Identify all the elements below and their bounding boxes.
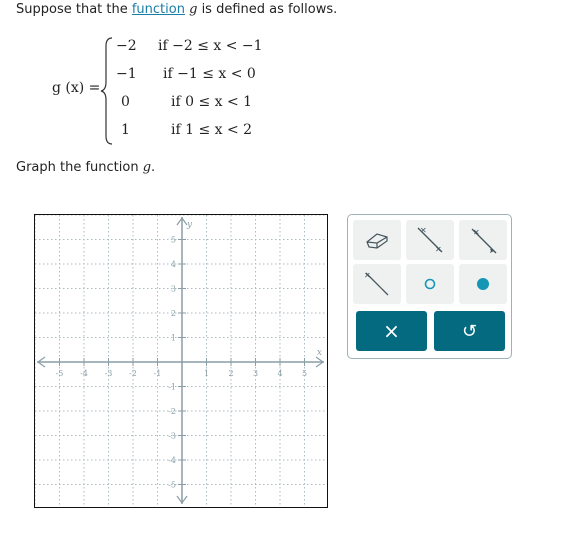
x-tick-label: -2 xyxy=(129,369,137,378)
clear-button[interactable]: × xyxy=(356,311,427,351)
case-value: −2 xyxy=(116,38,137,54)
instruction: Graph the function g. xyxy=(16,160,155,175)
ray-icon: ✕➤ xyxy=(471,228,497,255)
closed-circle-icon xyxy=(477,278,489,290)
x-tick-label: -5 xyxy=(56,369,64,378)
y-tick-label: -3 xyxy=(168,432,176,441)
eraser-tool[interactable] xyxy=(353,220,401,260)
instruction-text: Graph the function xyxy=(16,160,143,175)
undo-icon: ↺ xyxy=(461,320,478,342)
case-condition: if −1 ≤ x < 0 xyxy=(163,66,256,82)
svg-text:✕: ✕ xyxy=(473,228,480,237)
close-icon: × xyxy=(383,319,400,343)
y-tick-label: 3 xyxy=(171,285,176,294)
svg-text:✕: ✕ xyxy=(364,271,371,280)
graph-canvas[interactable]: -5 -4 -3 -2 -1 1 2 3 4 5 5 4 3 2 1 -1 -2 -3 -4 -5 x y xyxy=(34,214,328,508)
y-tick-label: -2 xyxy=(168,407,176,416)
open-point-tool[interactable] xyxy=(406,264,454,304)
function-link[interactable]: function xyxy=(132,2,185,17)
line-tool[interactable]: ✕ xyxy=(353,264,401,304)
prompt-text: Suppose that the xyxy=(16,2,132,17)
eraser-icon xyxy=(366,233,388,249)
case-value: −1 xyxy=(116,66,137,82)
case-value: 0 xyxy=(121,94,130,110)
y-tick-label: -4 xyxy=(168,456,176,465)
x-tick-label: 4 xyxy=(277,369,282,378)
instruction-end: . xyxy=(151,160,156,175)
y-axis-label: y xyxy=(186,220,193,230)
instruction-var: g xyxy=(142,160,152,175)
x-tick-label: 2 xyxy=(228,369,233,378)
ray-end-icon: ✕ xyxy=(364,271,389,296)
x-axis-label: x xyxy=(317,348,322,358)
question-prompt: Suppose that the function g is defined a… xyxy=(16,2,337,17)
x-tick-label: -3 xyxy=(105,369,113,378)
case-value: 1 xyxy=(121,122,130,138)
function-lhs: g (x) = xyxy=(52,80,101,96)
x-tick-label: 5 xyxy=(302,369,307,378)
closed-point-tool[interactable] xyxy=(459,264,507,304)
case-condition: if −2 ≤ x < −1 xyxy=(158,38,263,54)
x-tick-label: 1 xyxy=(204,369,209,378)
segment-icon: ✕✕ xyxy=(417,226,443,254)
y-tick-label: -1 xyxy=(168,383,176,392)
segment-tool[interactable]: ✕ ✕ xyxy=(406,220,454,260)
svg-text:✕: ✕ xyxy=(435,245,442,254)
y-tick-label: 4 xyxy=(171,260,176,269)
svg-text:✕: ✕ xyxy=(420,226,427,235)
x-tick-label: -1 xyxy=(154,369,162,378)
svg-text:➤: ➤ xyxy=(489,247,495,255)
y-tick-label: -5 xyxy=(168,481,176,490)
case-condition: if 1 ≤ x < 2 xyxy=(171,122,253,138)
x-tick-label: -4 xyxy=(80,369,88,378)
prompt-text-end: is defined as follows. xyxy=(197,2,338,17)
tool-panel: ✕ ✕ ✕ ➤ ✕ × ↺ xyxy=(347,214,512,359)
open-circle-icon xyxy=(424,278,436,290)
y-tick-label: 5 xyxy=(171,236,176,245)
left-brace xyxy=(100,37,113,145)
x-tick-label: 3 xyxy=(253,369,258,378)
ray-tool[interactable]: ✕ ➤ xyxy=(459,220,507,260)
undo-button[interactable]: ↺ xyxy=(434,311,505,351)
y-tick-label: 1 xyxy=(171,334,176,343)
case-condition: if 0 ≤ x < 1 xyxy=(171,94,253,110)
y-tick-label: 2 xyxy=(171,309,176,318)
